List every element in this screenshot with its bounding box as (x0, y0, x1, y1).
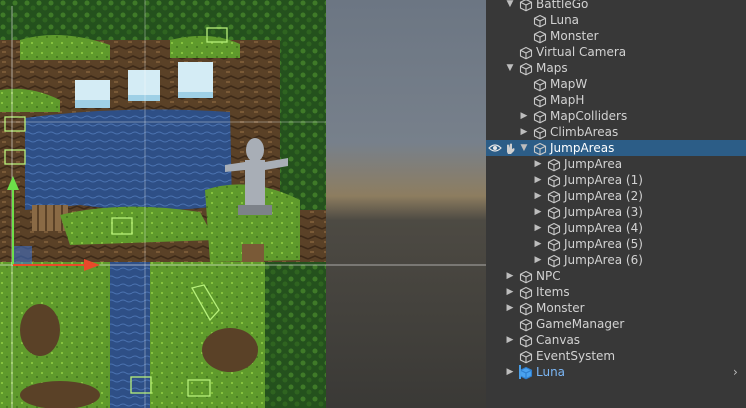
hierarchy-item-label: JumpArea (4) (564, 221, 643, 235)
hierarchy-item-label: Maps (536, 61, 568, 75)
hierarchy-item-label: Items (536, 285, 570, 299)
foldout-expanded-icon[interactable]: ▼ (519, 140, 529, 156)
hierarchy-item-label: JumpArea (564, 157, 623, 171)
move-tool-gizmo[interactable] (0, 0, 486, 408)
hierarchy-item-label: JumpArea (5) (564, 237, 643, 251)
hierarchy-item-label: MapW (550, 77, 588, 91)
foldout-collapsed-icon[interactable]: ▶ (533, 252, 543, 268)
gameobject-cube-icon (533, 109, 547, 124)
hierarchy-item-label: BattleGo (536, 0, 589, 11)
hierarchy-item[interactable]: Virtual Camera (486, 44, 746, 60)
hierarchy-item-label: Monster (536, 301, 585, 315)
foldout-collapsed-icon[interactable]: ▶ (505, 364, 515, 380)
foldout-collapsed-icon[interactable]: ▶ (519, 124, 529, 140)
foldout-expanded-icon[interactable]: ▼ (505, 0, 515, 12)
hierarchy-item-label: Monster (550, 29, 599, 43)
foldout-collapsed-icon[interactable]: ▶ (533, 204, 543, 220)
gameobject-cube-icon (519, 269, 533, 284)
hierarchy-item-label: GameManager (536, 317, 625, 331)
chevron-right-icon[interactable]: › (733, 364, 743, 380)
xy-plane-handle[interactable] (14, 246, 32, 264)
gameobject-cube-icon (547, 237, 561, 252)
hierarchy-item[interactable]: Luna (486, 12, 746, 28)
hierarchy-item-label: Luna (536, 365, 566, 379)
foldout-collapsed-icon[interactable]: ▶ (533, 156, 543, 172)
gameobject-cube-icon (533, 13, 547, 28)
gameobject-cube-icon (519, 333, 533, 348)
hierarchy-item-label: MapH (550, 93, 585, 107)
hierarchy-item[interactable]: ▶ JumpArea (4) (486, 220, 746, 236)
hierarchy-item[interactable]: MapW (486, 76, 746, 92)
hierarchy-item[interactable]: ▶ JumpArea (6) (486, 252, 746, 268)
gameobject-cube-icon (519, 45, 533, 60)
hierarchy-item[interactable]: ▶ JumpArea (1) (486, 172, 746, 188)
hierarchy-item-label: JumpArea (1) (564, 173, 643, 187)
gameobject-cube-icon (533, 125, 547, 140)
hierarchy-item-label: EventSystem (536, 349, 616, 363)
hierarchy-item-label: JumpAreas (550, 141, 615, 155)
gameobject-cube-icon (533, 141, 547, 156)
foldout-collapsed-icon[interactable]: ▶ (505, 300, 515, 316)
hierarchy-item[interactable]: ▶ Luna › (486, 364, 746, 380)
foldout-collapsed-icon[interactable]: ▶ (533, 172, 543, 188)
hierarchy-item[interactable]: ▶ NPC (486, 268, 746, 284)
hierarchy-item[interactable]: ▶ JumpArea (3) (486, 204, 746, 220)
foldout-collapsed-icon[interactable]: ▶ (505, 268, 515, 284)
hierarchy-item-label: NPC (536, 269, 561, 283)
gameobject-cube-icon (519, 317, 533, 332)
gameobject-cube-icon (519, 349, 533, 364)
hierarchy-item[interactable]: ▶ JumpArea (5) (486, 236, 746, 252)
foldout-collapsed-icon[interactable]: ▶ (533, 220, 543, 236)
scene-view[interactable] (0, 0, 486, 408)
hierarchy-item[interactable]: ▶ JumpArea (486, 156, 746, 172)
hierarchy-item-label: Virtual Camera (536, 45, 627, 59)
hierarchy-item[interactable]: ▼ BattleGo (486, 0, 746, 12)
gameobject-cube-icon (519, 301, 533, 316)
hierarchy-item-label: ClimbAreas (550, 125, 619, 139)
gameobject-cube-icon (519, 0, 533, 12)
foldout-collapsed-icon[interactable]: ▶ (519, 108, 529, 124)
gameobject-cube-icon (533, 77, 547, 92)
gameobject-cube-icon (519, 285, 533, 300)
gameobject-cube-icon (547, 205, 561, 220)
foldout-collapsed-icon[interactable]: ▶ (505, 284, 515, 300)
prefab-cube-icon (519, 365, 533, 380)
hierarchy-item[interactable]: ▶ Monster (486, 300, 746, 316)
eye-icon[interactable] (488, 140, 518, 156)
hierarchy-item-label: Luna (550, 13, 580, 27)
hierarchy-item[interactable]: GameManager (486, 316, 746, 332)
gameobject-cube-icon (519, 61, 533, 76)
hierarchy-item[interactable]: ▶ MapColliders (486, 108, 746, 124)
foldout-expanded-icon[interactable]: ▼ (505, 60, 515, 76)
hierarchy-item[interactable]: EventSystem (486, 348, 746, 364)
hierarchy-item[interactable]: ▼ Maps (486, 60, 746, 76)
hierarchy-item[interactable]: ▶ Items (486, 284, 746, 300)
hierarchy-item-label: Canvas (536, 333, 581, 347)
hierarchy-item[interactable]: ▶ JumpArea (2) (486, 188, 746, 204)
gameobject-cube-icon (547, 253, 561, 268)
hierarchy-item-label: JumpArea (6) (564, 253, 643, 267)
hierarchy-item[interactable]: Monster (486, 28, 746, 44)
hierarchy-item-label: JumpArea (2) (564, 189, 643, 203)
hierarchy-panel[interactable]: ▼ BattleGo Luna Monster Virtual Camera ▼ Maps M… (486, 0, 746, 408)
gameobject-cube-icon (547, 221, 561, 236)
gameobject-cube-icon (547, 189, 561, 204)
foldout-collapsed-icon[interactable]: ▶ (533, 236, 543, 252)
hierarchy-item[interactable]: ▶ Canvas (486, 332, 746, 348)
gameobject-cube-icon (533, 29, 547, 44)
gameobject-cube-icon (533, 93, 547, 108)
foldout-collapsed-icon[interactable]: ▶ (533, 188, 543, 204)
hierarchy-item-label: JumpArea (3) (564, 205, 643, 219)
gameobject-cube-icon (547, 157, 561, 172)
hierarchy-item[interactable]: ▼ JumpAreas (486, 140, 746, 156)
foldout-collapsed-icon[interactable]: ▶ (505, 332, 515, 348)
hierarchy-item[interactable]: ▶ ClimbAreas (486, 124, 746, 140)
hierarchy-item[interactable]: MapH (486, 92, 746, 108)
gameobject-cube-icon (547, 173, 561, 188)
hierarchy-item-label: MapColliders (550, 109, 628, 123)
prefab-override-bar (519, 365, 521, 379)
